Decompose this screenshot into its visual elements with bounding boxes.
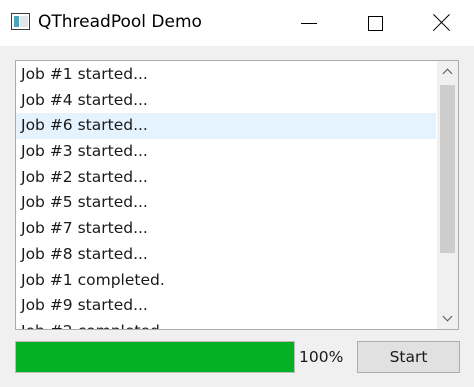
minimize-button[interactable] — [276, 0, 342, 46]
app-window-icon — [11, 13, 30, 30]
start-button[interactable]: Start — [357, 341, 460, 373]
progress-percent: 100% — [299, 348, 344, 366]
window-title: QThreadPool Demo — [38, 12, 202, 32]
list-item[interactable]: Job #2 completed. — [16, 319, 436, 329]
close-button[interactable] — [408, 0, 474, 46]
list-items: Job #1 started... Job #4 started... Job #6… — [16, 62, 436, 329]
list-item[interactable]: Job #1 completed. — [16, 268, 436, 294]
scrollbar-thumb[interactable] — [440, 85, 455, 253]
list-item[interactable]: Job #8 started... — [16, 242, 436, 268]
close-icon — [432, 14, 450, 32]
maximize-button[interactable] — [342, 0, 408, 46]
list-item[interactable]: Job #4 started... — [16, 88, 436, 114]
scroll-down-button[interactable] — [437, 308, 458, 329]
vertical-scrollbar[interactable] — [437, 61, 458, 329]
list-item[interactable]: Job #1 started... — [16, 62, 436, 88]
maximize-icon — [367, 15, 383, 31]
list-item[interactable]: Job #7 started... — [16, 216, 436, 242]
list-item[interactable]: Job #2 started... — [16, 165, 436, 191]
job-log-list[interactable]: Job #1 started... Job #4 started... Job #6… — [15, 60, 459, 330]
progress-fill — [16, 342, 294, 372]
progress-bar — [15, 341, 295, 373]
list-item[interactable]: Job #9 started... — [16, 293, 436, 319]
chevron-down-icon — [442, 311, 453, 322]
chevron-up-icon — [442, 68, 453, 79]
list-item[interactable]: Job #3 started... — [16, 139, 436, 165]
title-bar: QThreadPool Demo — [0, 0, 474, 46]
list-item[interactable]: Job #6 started... — [16, 113, 436, 140]
list-item[interactable]: Job #5 started... — [16, 190, 436, 216]
minimize-icon — [301, 22, 317, 24]
scroll-up-button[interactable] — [437, 61, 458, 82]
